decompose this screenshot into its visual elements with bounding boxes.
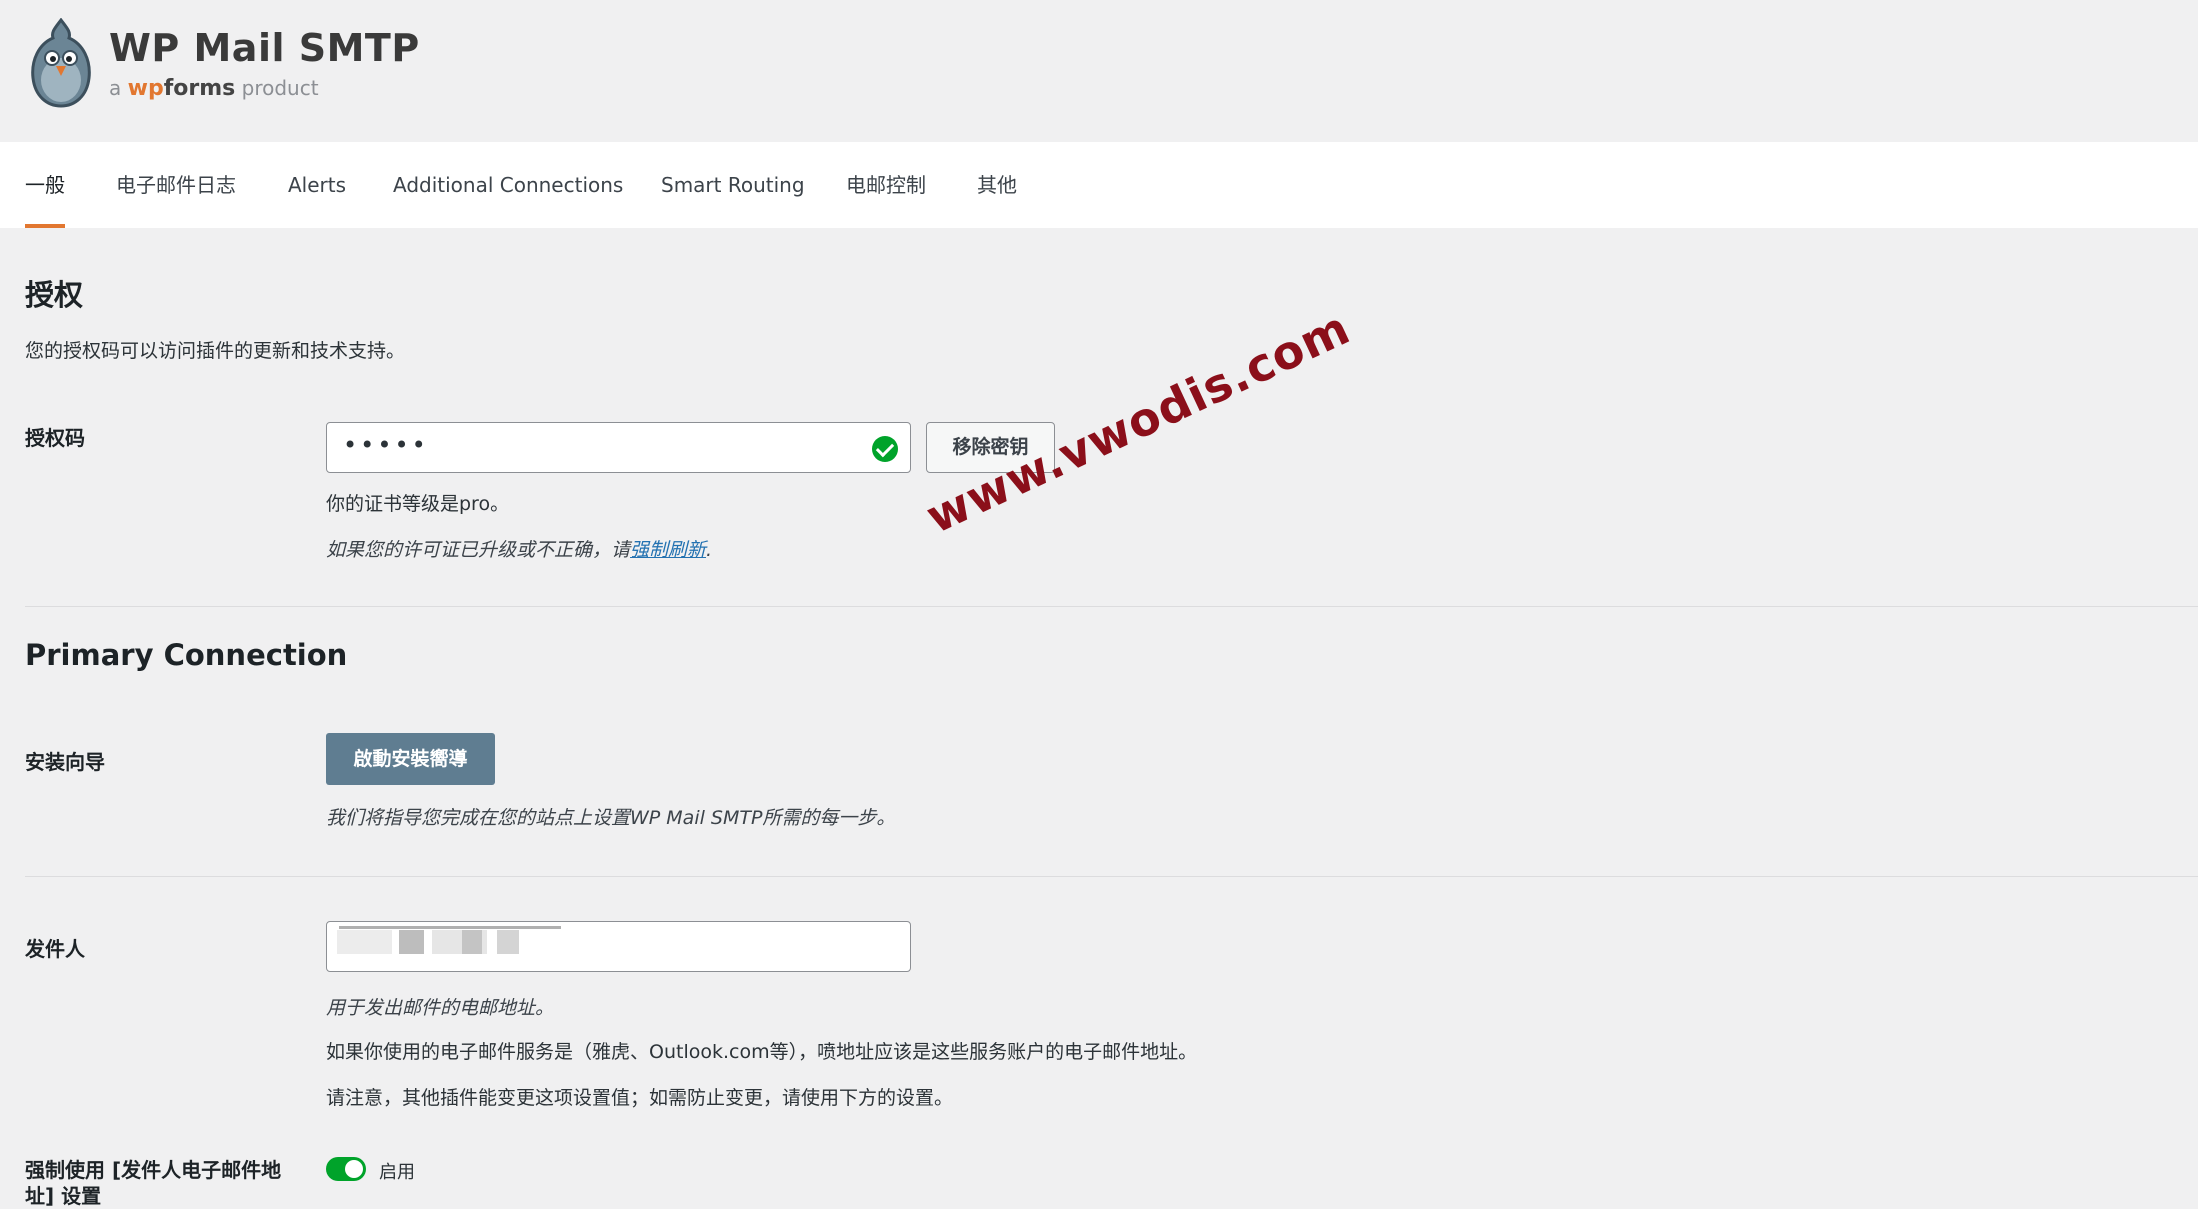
redacted-block bbox=[497, 930, 519, 954]
license-key-input[interactable]: ••••• bbox=[326, 422, 911, 473]
tab-smart-routing[interactable]: Smart Routing bbox=[661, 142, 805, 228]
tab-alerts[interactable]: Alerts bbox=[288, 142, 346, 228]
redacted-block bbox=[462, 930, 482, 954]
redacted-line bbox=[339, 926, 561, 929]
tab-misc[interactable]: 其他 bbox=[977, 142, 1017, 228]
force-from-email-label-2: 址] 设置 bbox=[25, 1184, 102, 1208]
license-refresh-hint: 如果您的许可证已升级或不正确，请强制刷新. bbox=[326, 535, 712, 562]
section-divider bbox=[25, 606, 2198, 607]
license-description: 您的授权码可以访问插件的更新和技术支持。 bbox=[25, 340, 406, 362]
from-email-hint-1: 用于发出邮件的电邮地址。 bbox=[326, 997, 555, 1019]
wpforms-forms: forms bbox=[163, 76, 236, 101]
brand-header: WP Mail SMTP a wpforms product bbox=[25, 18, 625, 108]
tab-email-controls[interactable]: 电邮控制 bbox=[846, 142, 926, 228]
section-divider bbox=[25, 876, 2198, 877]
force-from-email-toggle[interactable] bbox=[326, 1157, 366, 1181]
pigeon-logo-icon bbox=[31, 18, 91, 108]
app-title: WP Mail SMTP bbox=[109, 26, 420, 70]
from-email-hint-3: 请注意，其他插件能变更这项设置值；如需防止变更，请使用下方的设置。 bbox=[326, 1087, 954, 1109]
primary-connection-heading: Primary Connection bbox=[25, 638, 348, 672]
tab-general[interactable]: 一般 bbox=[25, 142, 65, 228]
app-subtitle: a wpforms product bbox=[109, 76, 319, 101]
force-from-email-label: 强制使用 [发件人电子邮件地 bbox=[25, 1158, 282, 1182]
tab-email-log[interactable]: 电子邮件日志 bbox=[116, 142, 236, 228]
redacted-block bbox=[337, 930, 392, 954]
license-level-text: 你的证书等级是pro。 bbox=[326, 493, 510, 515]
force-from-email-toggle-label: 启用 bbox=[379, 1162, 415, 1183]
tab-additional-connections[interactable]: Additional Connections bbox=[393, 142, 623, 228]
from-email-hint-2: 如果你使用的电子邮件服务是（雅虎、Outlook.com等），喷地址应该是这些服… bbox=[326, 1041, 1198, 1063]
from-email-label: 发件人 bbox=[25, 937, 85, 961]
license-heading: 授权 bbox=[25, 278, 84, 312]
force-refresh-link[interactable]: 强制刷新 bbox=[630, 539, 706, 561]
refresh-suffix: . bbox=[706, 539, 713, 561]
setup-wizard-hint: 我们将指导您完成在您的站点上设置WP Mail SMTP所需的每一步。 bbox=[326, 807, 896, 829]
subtitle-product: product bbox=[241, 76, 319, 100]
license-key-label: 授权码 bbox=[25, 426, 85, 450]
check-circle-icon bbox=[872, 436, 898, 462]
launch-setup-wizard-button[interactable]: 啟動安裝嚮導 bbox=[326, 733, 495, 785]
wpforms-wp: wp bbox=[127, 76, 164, 101]
settings-tabs: 一般 电子邮件日志 Alerts Additional Connections … bbox=[0, 142, 2198, 228]
setup-wizard-label: 安装向导 bbox=[25, 750, 105, 774]
from-email-input[interactable] bbox=[326, 921, 911, 972]
redacted-block bbox=[399, 930, 424, 954]
subtitle-a: a bbox=[109, 76, 122, 100]
license-key-value: ••••• bbox=[343, 431, 429, 459]
refresh-prefix: 如果您的许可证已升级或不正确，请 bbox=[326, 539, 631, 561]
